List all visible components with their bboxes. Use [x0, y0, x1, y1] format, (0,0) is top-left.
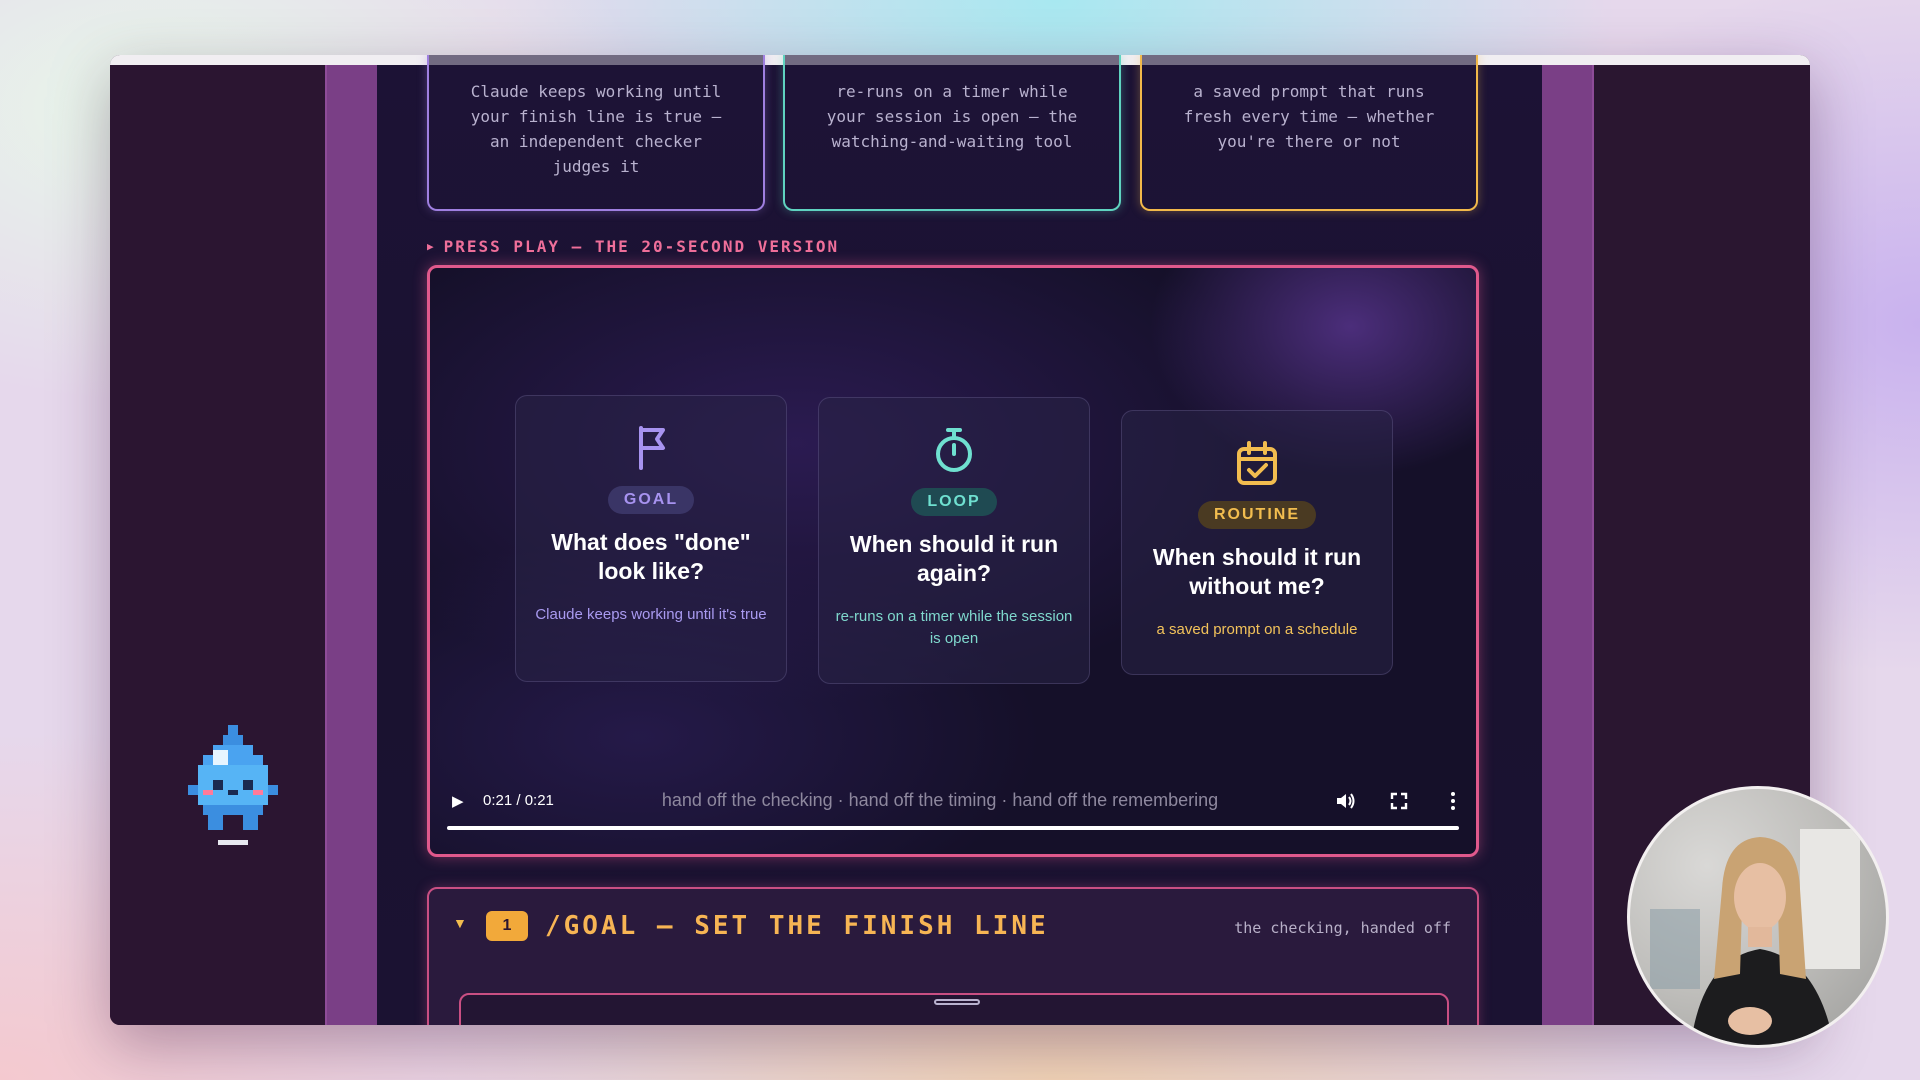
main-content[interactable]: Claude keeps working until your finish l…	[377, 55, 1542, 1025]
press-play-label: PRESS PLAY — THE 20-SECOND VERSION	[443, 237, 840, 256]
drag-handle[interactable]	[934, 999, 980, 1005]
summary-line: Claude keeps working until	[470, 82, 722, 101]
press-play-heading: ▶ PRESS PLAY — THE 20-SECOND VERSION	[427, 237, 839, 256]
summary-card-routine: a saved prompt that runs fresh every tim…	[1140, 55, 1478, 211]
webcam-overlay	[1627, 786, 1889, 1048]
card-question: What does "done" look like?	[551, 529, 751, 584]
video-card-loop: LOOP When should it run again? re-runs o…	[818, 397, 1090, 684]
badge-loop: LOOP	[911, 488, 997, 516]
section-subtitle: the checking, handed off	[1234, 919, 1451, 937]
presenter-avatar	[1650, 829, 1860, 1045]
calendar-check-icon	[1237, 441, 1277, 485]
summary-line: watching-and-waiting tool	[831, 132, 1073, 151]
play-button[interactable]: ▶	[452, 792, 470, 810]
flag-icon	[639, 426, 665, 470]
video-player[interactable]: GOAL What does "done" look like? Claude …	[427, 265, 1479, 857]
summary-line: an independent checker	[490, 132, 702, 151]
more-options-icon[interactable]	[1442, 790, 1464, 812]
video-card-goal: GOAL What does "done" look like? Claude …	[515, 395, 787, 682]
badge-routine: ROUTINE	[1198, 501, 1316, 529]
summary-line: judges it	[552, 157, 640, 176]
video-card-routine: ROUTINE When should it run without me? a…	[1121, 410, 1393, 675]
app-window: Claude keeps working until your finish l…	[110, 55, 1810, 1025]
summary-line: you're there or not	[1217, 132, 1401, 151]
video-time: 0:21 / 0:21	[483, 792, 554, 809]
video-controls: ▶ 0:21 / 0:21 hand off the checking · ha…	[430, 776, 1476, 854]
summary-card-goal: Claude keeps working until your finish l…	[427, 55, 765, 211]
fullscreen-icon[interactable]	[1388, 790, 1410, 812]
summary-line: fresh every time — whether	[1183, 107, 1435, 126]
left-sidebar	[110, 65, 325, 1025]
badge-goal: GOAL	[607, 486, 695, 514]
section-number-badge: 1	[486, 911, 528, 941]
card-question: When should it run again?	[849, 531, 1059, 586]
card-description: a saved prompt on a schedule	[1156, 621, 1358, 638]
video-progress-bar[interactable]	[447, 826, 1459, 830]
section-inner-panel	[459, 993, 1449, 1025]
volume-icon[interactable]	[1334, 790, 1356, 812]
stopwatch-icon	[936, 428, 972, 472]
card-question: When should it run without me?	[1152, 544, 1362, 599]
right-rail	[1542, 65, 1594, 1025]
summary-line: a saved prompt that runs	[1193, 82, 1425, 101]
section-title[interactable]: /GOAL — SET THE FINISH LINE	[545, 911, 1049, 941]
collapse-chevron-icon[interactable]: ▼	[453, 915, 467, 931]
video-caption: hand off the checking · hand off the tim…	[661, 790, 1219, 810]
card-description: Claude keeps working until it's true	[535, 606, 767, 623]
summary-line: your session is open — the	[826, 107, 1078, 126]
summary-line: re-runs on a timer while	[836, 82, 1068, 101]
summary-card-loop: re-runs on a timer while your session is…	[783, 55, 1121, 211]
card-description: re-runs on a timer while the session is …	[835, 608, 1073, 647]
summary-line: your finish line is true —	[470, 107, 722, 126]
goal-section: ▼ 1 /GOAL — SET THE FINISH LINE the chec…	[427, 887, 1479, 1025]
left-rail	[325, 65, 377, 1025]
droplet-mascot-icon	[188, 725, 278, 845]
play-triangle-icon: ▶	[427, 240, 436, 253]
